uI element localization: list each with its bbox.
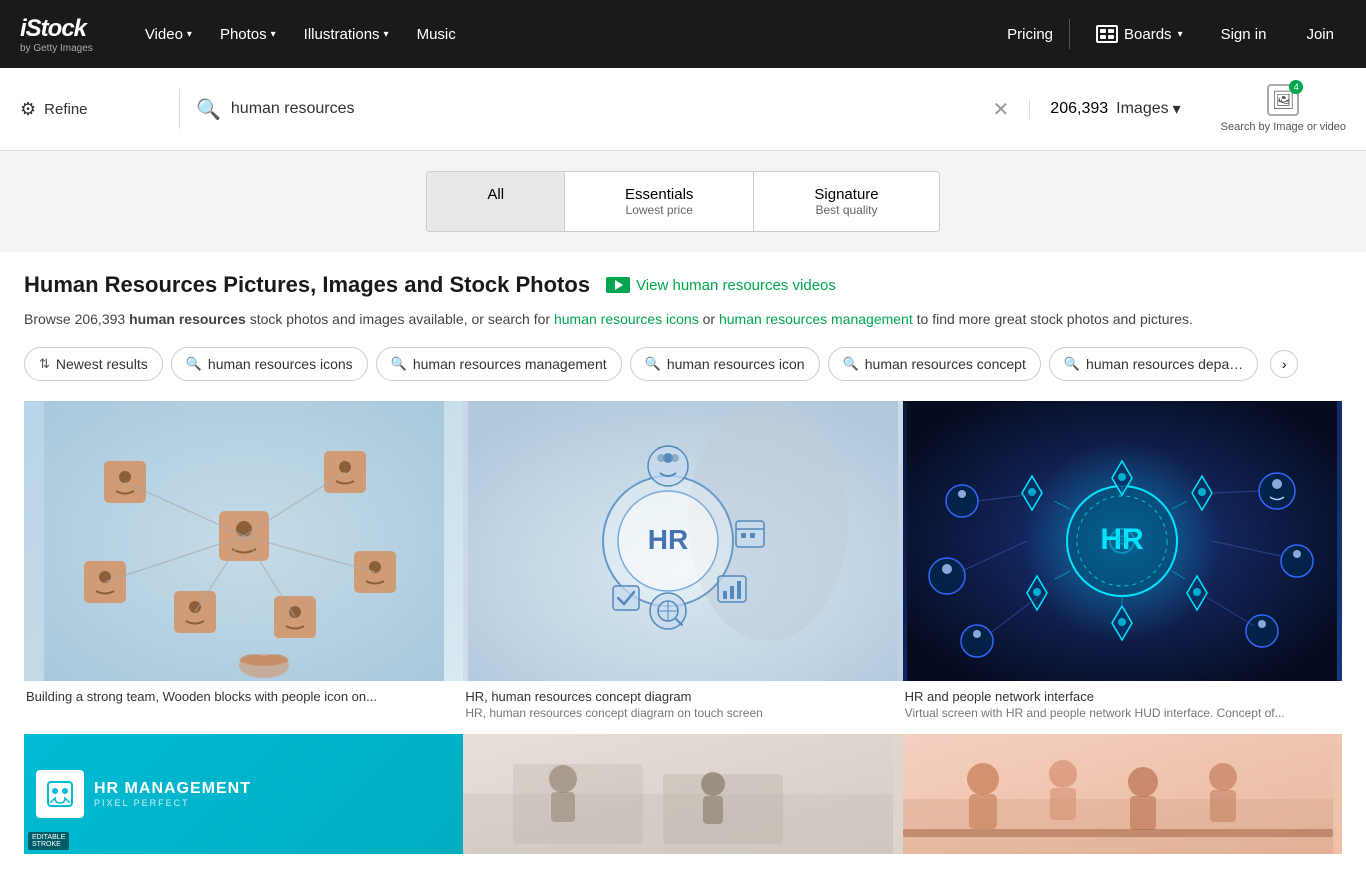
svg-text:HR: HR — [648, 524, 688, 555]
chip-1[interactable]: 🔍 human resources icons — [171, 347, 368, 381]
filter-tabs-area: All Essentials Lowest price Signature Be… — [0, 151, 1366, 252]
image-thumbnail-6 — [903, 734, 1342, 854]
image-thumbnail-5 — [463, 734, 902, 854]
refine-label: Refine — [44, 101, 87, 118]
join-button[interactable]: Join — [1294, 20, 1346, 49]
chip-2[interactable]: 🔍 human resources management — [376, 347, 622, 381]
main-nav: Video ▾ Photos ▾ Illustrations ▾ Music — [133, 18, 977, 51]
search-by-image-icon: 🖼 4 — [1267, 84, 1299, 116]
page-title: Human Resources Pictures, Images and Sto… — [24, 272, 590, 298]
chevron-down-icon: ▾ — [384, 29, 389, 40]
hr-icon-box — [36, 770, 84, 818]
filter-type-dropdown[interactable]: Images ▾ — [1116, 99, 1181, 119]
logo-sub: by Getty Images — [20, 43, 93, 54]
search-icon: 🔍 — [843, 356, 859, 372]
editable-stroke-badge: EDITABLESTROKE — [28, 832, 69, 850]
image-thumbnail-4: HR MANAGEMENT PIXEL PERFECT EDITABLESTRO… — [24, 734, 463, 854]
tab-all[interactable]: All — [427, 172, 565, 231]
results-count: 206,393 — [1050, 100, 1108, 118]
filter-icon: ⚙ — [20, 99, 36, 120]
search-input-wrapper: 🔍 ✕ — [180, 93, 1029, 126]
tab-signature[interactable]: Signature Best quality — [754, 172, 938, 231]
image-item-3[interactable]: HR — [903, 401, 1342, 732]
svg-text:⚙: ⚙ — [1116, 532, 1129, 548]
page-content: Human Resources Pictures, Images and Sto… — [0, 252, 1366, 873]
divider — [1069, 19, 1070, 49]
search-bar: ⚙ Refine 🔍 ✕ 206,393 Images ▾ 🖼 4 Search… — [0, 68, 1366, 151]
chip-3[interactable]: 🔍 human resources icon — [630, 347, 820, 381]
filter-tabs: All Essentials Lowest price Signature Be… — [426, 171, 939, 232]
search-input[interactable] — [231, 100, 979, 118]
search-icon: 🔍 — [391, 356, 407, 372]
image-item-4[interactable]: HR MANAGEMENT PIXEL PERFECT EDITABLESTRO… — [24, 734, 463, 854]
video-link[interactable]: View human resources videos — [606, 277, 836, 294]
boards-button[interactable]: Boards ▾ — [1086, 19, 1193, 49]
header: iStock by Getty Images Video ▾ Photos ▾ … — [0, 0, 1366, 68]
image-grid: Building a strong team, Wooden blocks wi… — [24, 401, 1342, 732]
image-thumbnail-1 — [24, 401, 463, 681]
search-icon: 🔍 — [1064, 356, 1080, 372]
boards-icon — [1096, 25, 1118, 43]
video-play-icon — [606, 277, 630, 293]
image-thumbnail-2: HR — [463, 401, 902, 681]
hr-mgmt-text: HR MANAGEMENT PIXEL PERFECT — [94, 780, 251, 808]
search-by-image-button[interactable]: 🖼 4 Search by Image or video — [1201, 84, 1366, 134]
chips-next-button[interactable]: › — [1270, 350, 1298, 378]
pricing-link[interactable]: Pricing — [1007, 26, 1053, 43]
browse-link-2[interactable]: human resources management — [719, 311, 913, 327]
nav-illustrations[interactable]: Illustrations ▾ — [292, 18, 401, 51]
browse-text: Browse 206,393 human resources stock pho… — [24, 308, 1342, 330]
clear-search-button[interactable]: ✕ — [989, 93, 1014, 126]
chip-4[interactable]: 🔍 human resources concept — [828, 347, 1041, 381]
page-title-area: Human Resources Pictures, Images and Sto… — [24, 272, 1342, 298]
image-grid-bottom: HR MANAGEMENT PIXEL PERFECT EDITABLESTRO… — [24, 734, 1342, 854]
image-thumbnail-3: HR — [903, 401, 1342, 681]
results-count-area: 206,393 Images ▾ — [1029, 99, 1200, 119]
browse-link-1[interactable]: human resources icons — [554, 311, 699, 327]
search-icon: 🔍 — [645, 356, 661, 372]
chevron-down-icon: ▾ — [1178, 29, 1183, 40]
header-right: Pricing Boards ▾ Sign in Join — [1007, 19, 1346, 49]
image-item-5[interactable] — [463, 734, 902, 854]
image-caption-1: Building a strong team, Wooden blocks wi… — [24, 681, 463, 716]
sort-chip[interactable]: ⇅ Newest results — [24, 347, 163, 381]
image-item-1[interactable]: Building a strong team, Wooden blocks wi… — [24, 401, 463, 732]
logo-text: iStock — [20, 15, 93, 43]
image-item-6[interactable] — [903, 734, 1342, 854]
chevron-down-icon: ▾ — [187, 29, 192, 40]
sign-in-button[interactable]: Sign in — [1209, 20, 1279, 49]
nav-video[interactable]: Video ▾ — [133, 18, 204, 51]
chevron-down-icon: ▾ — [1173, 99, 1181, 119]
search-icon: 🔍 — [196, 97, 221, 122]
logo[interactable]: iStock by Getty Images — [20, 15, 93, 54]
filter-icon: ⇅ — [39, 356, 50, 372]
notification-badge: 4 — [1289, 80, 1303, 94]
search-icon: 🔍 — [186, 356, 202, 372]
chips-row: ⇅ Newest results 🔍 human resources icons… — [24, 347, 1342, 381]
image-caption-3: HR and people network interface Virtual … — [903, 681, 1342, 732]
image-item-2[interactable]: HR — [463, 401, 902, 732]
image-caption-2: HR, human resources concept diagram HR, … — [463, 681, 902, 732]
tab-essentials[interactable]: Essentials Lowest price — [565, 172, 754, 231]
nav-music[interactable]: Music — [405, 18, 468, 51]
chip-5[interactable]: 🔍 human resources depa… — [1049, 347, 1258, 381]
refine-button[interactable]: ⚙ Refine — [0, 89, 180, 129]
nav-photos[interactable]: Photos ▾ — [208, 18, 288, 51]
chevron-down-icon: ▾ — [271, 29, 276, 40]
